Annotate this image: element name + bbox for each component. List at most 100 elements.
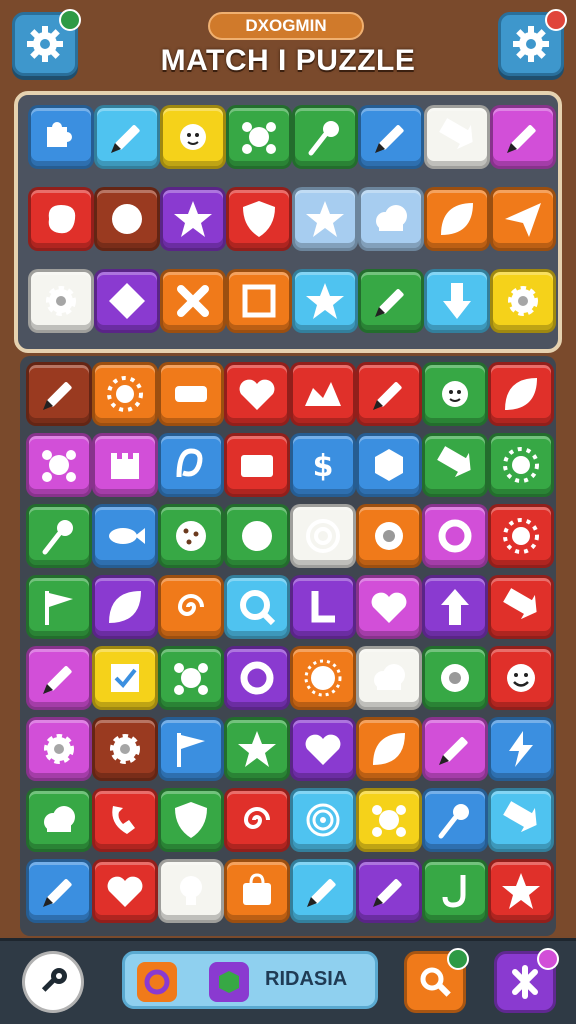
tile[interactable] [356, 717, 422, 781]
tile[interactable] [226, 187, 292, 251]
tile[interactable] [290, 646, 356, 710]
tile[interactable] [490, 105, 556, 169]
tile[interactable] [92, 504, 158, 568]
tile[interactable] [26, 717, 92, 781]
tile[interactable] [28, 269, 94, 333]
tile[interactable] [26, 433, 92, 497]
tile[interactable] [158, 788, 224, 852]
tile[interactable] [356, 788, 422, 852]
cookie-icon [176, 521, 206, 551]
tile[interactable] [292, 105, 358, 169]
tile[interactable] [158, 575, 224, 639]
tile[interactable] [422, 717, 488, 781]
tile[interactable] [422, 433, 488, 497]
tile[interactable] [490, 187, 556, 251]
tile[interactable] [224, 504, 290, 568]
tile[interactable] [94, 105, 160, 169]
tile[interactable]: $ [290, 433, 356, 497]
tile[interactable] [290, 362, 356, 426]
tile[interactable] [422, 504, 488, 568]
tile[interactable] [356, 504, 422, 568]
tile[interactable] [94, 269, 160, 333]
powerup-tray[interactable]: RIDASIA [122, 951, 378, 1009]
tile[interactable] [422, 859, 488, 923]
tile[interactable] [224, 788, 290, 852]
powerup-slot[interactable] [209, 962, 249, 1002]
tile[interactable] [290, 717, 356, 781]
tile[interactable] [226, 105, 292, 169]
tile[interactable] [94, 187, 160, 251]
tile[interactable] [224, 717, 290, 781]
key-button[interactable] [22, 951, 84, 1013]
tile[interactable] [488, 717, 554, 781]
tile[interactable] [488, 362, 554, 426]
tile[interactable] [488, 433, 554, 497]
settings-button-right[interactable] [498, 9, 567, 76]
tile[interactable] [488, 575, 554, 639]
tile[interactable] [422, 788, 488, 852]
tile[interactable] [26, 504, 92, 568]
shuffle-button[interactable] [494, 948, 559, 1013]
tile[interactable] [160, 269, 226, 333]
tile[interactable] [160, 105, 226, 169]
settings-button-left[interactable] [12, 9, 81, 76]
tile[interactable] [356, 575, 422, 639]
tile[interactable] [358, 187, 424, 251]
tile[interactable] [92, 717, 158, 781]
tile[interactable] [92, 362, 158, 426]
tile[interactable] [92, 788, 158, 852]
tile[interactable] [422, 575, 488, 639]
tile[interactable] [28, 187, 94, 251]
tile[interactable] [158, 362, 224, 426]
tile[interactable] [92, 859, 158, 923]
tile[interactable] [358, 105, 424, 169]
hook-icon [442, 875, 466, 908]
tile[interactable] [226, 269, 292, 333]
tile[interactable] [290, 859, 356, 923]
tile[interactable] [424, 187, 490, 251]
leaf-icon [505, 378, 537, 410]
tile[interactable] [488, 788, 554, 852]
tile[interactable] [292, 269, 358, 333]
tile[interactable] [290, 575, 356, 639]
tile[interactable] [358, 269, 424, 333]
tile[interactable] [490, 269, 556, 333]
tile[interactable] [224, 646, 290, 710]
tile[interactable] [224, 362, 290, 426]
tile[interactable] [28, 105, 94, 169]
tile[interactable] [290, 788, 356, 852]
tile[interactable] [158, 717, 224, 781]
tile[interactable] [488, 859, 554, 923]
tile[interactable] [356, 859, 422, 923]
star-icon [502, 873, 540, 909]
tile[interactable] [356, 433, 422, 497]
tile[interactable] [422, 646, 488, 710]
tile[interactable] [424, 105, 490, 169]
tile[interactable] [26, 859, 92, 923]
tile[interactable] [224, 433, 290, 497]
tile[interactable] [422, 362, 488, 426]
tile[interactable] [26, 788, 92, 852]
tile[interactable] [92, 575, 158, 639]
powerup-slot[interactable] [137, 962, 177, 1002]
tile[interactable] [158, 433, 224, 497]
tile[interactable] [158, 646, 224, 710]
tile[interactable] [356, 646, 422, 710]
tile[interactable] [424, 269, 490, 333]
tile[interactable] [92, 433, 158, 497]
tile[interactable] [26, 646, 92, 710]
tile[interactable] [488, 646, 554, 710]
tile[interactable] [26, 362, 92, 426]
tile[interactable] [224, 859, 290, 923]
tile[interactable] [356, 362, 422, 426]
search-button[interactable] [404, 948, 469, 1013]
tile[interactable] [158, 504, 224, 568]
tile[interactable] [158, 859, 224, 923]
tile[interactable] [160, 187, 226, 251]
tile[interactable] [290, 504, 356, 568]
tile[interactable] [26, 575, 92, 639]
tile[interactable] [92, 646, 158, 710]
tile[interactable] [292, 187, 358, 251]
tile[interactable] [488, 504, 554, 568]
tile[interactable] [224, 575, 290, 639]
